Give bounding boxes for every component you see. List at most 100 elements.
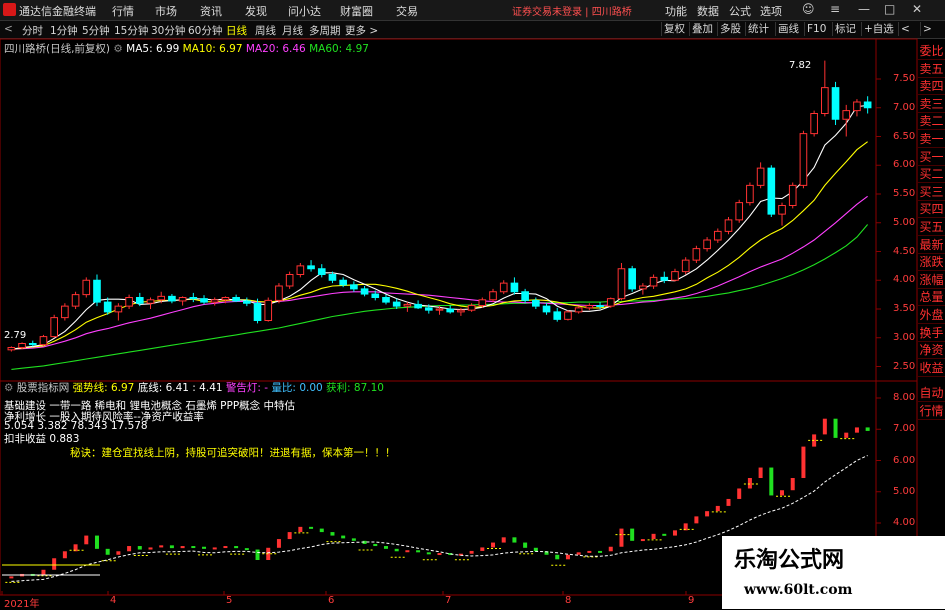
side-button[interactable]: 自动	[918, 384, 945, 402]
sub-bar	[822, 418, 827, 435]
candle-body	[232, 297, 240, 302]
sub-bar	[62, 551, 67, 559]
side-button[interactable]: 买五	[918, 218, 945, 236]
side-button[interactable]: 最新	[918, 236, 945, 254]
ma60-label: MA60: 4.97	[309, 43, 369, 55]
side-button[interactable]: 买四	[918, 200, 945, 219]
price-tick: 3.50	[893, 303, 916, 314]
candle-body	[93, 279, 101, 303]
sub-bar	[405, 550, 410, 553]
candle-body	[200, 298, 208, 303]
candle-body	[71, 294, 80, 307]
candle-body	[606, 298, 615, 307]
sub-bar	[416, 550, 421, 553]
candle-body	[178, 297, 187, 302]
price-tick: 6.00	[893, 159, 916, 171]
price-tick: 5.00	[893, 216, 916, 228]
candle-body	[253, 302, 262, 321]
ma10-label: MA10: 6.97	[182, 43, 243, 55]
sub-bar	[769, 467, 774, 496]
side-button[interactable]: 外盘	[918, 306, 945, 324]
side-button[interactable]: 收益	[918, 359, 945, 377]
side-button[interactable]: 换手	[918, 324, 945, 342]
candle-body	[521, 291, 529, 301]
sub-bar	[587, 550, 592, 553]
sub-bar	[662, 533, 667, 536]
sub-bar	[555, 554, 560, 560]
sub-bar	[159, 545, 164, 548]
side-button[interactable]: 卖一	[918, 130, 945, 148]
candle-body	[489, 291, 497, 301]
sub-bar	[426, 552, 431, 555]
side-button[interactable]: 买三	[918, 183, 945, 201]
candle-body	[649, 276, 658, 287]
candle-body	[296, 265, 305, 275]
candle-body	[328, 274, 337, 281]
strong-line-label: 强势线: 6.97	[72, 382, 135, 394]
candle-body	[28, 343, 37, 346]
side-button[interactable]: 行情	[918, 402, 945, 420]
low-price-label: 2.79	[4, 330, 27, 341]
sub-bar	[630, 528, 635, 541]
candle-body	[585, 305, 594, 309]
candle-body	[392, 301, 401, 307]
sub-bar	[394, 548, 399, 552]
sub-bar	[833, 418, 838, 438]
sub-bar	[608, 546, 613, 552]
kline-chart[interactable]	[0, 0, 945, 609]
sub-bar	[469, 550, 474, 554]
sub-bar	[533, 547, 538, 552]
candle-body	[639, 285, 647, 290]
side-button[interactable]: 净资	[918, 341, 945, 360]
side-button[interactable]: 买一	[918, 148, 945, 166]
side-button[interactable]: 卖三	[918, 95, 945, 113]
sub-bar	[191, 546, 196, 549]
warning-light-label: 警告灯: -	[225, 382, 269, 394]
side-button[interactable]: 总量	[918, 288, 945, 307]
sub-bar	[598, 550, 603, 553]
side-button[interactable]: 涨跌	[918, 253, 945, 272]
side-button[interactable]: 卖五	[918, 60, 945, 78]
sub-bar	[137, 546, 142, 550]
side-button[interactable]: 买二	[918, 165, 945, 184]
price-tick: 7.50	[893, 73, 916, 84]
sub-bar	[523, 542, 528, 548]
candle-body	[553, 311, 562, 320]
side-button[interactable]: 卖四	[918, 77, 945, 96]
candle-body	[371, 293, 380, 298]
settings-gear-icon[interactable]: ⚙	[113, 43, 126, 55]
candle-body	[446, 308, 455, 313]
candle-body	[703, 239, 711, 250]
candle-body	[681, 259, 690, 273]
watermark: 乐淘公式网 www.60lt.com	[722, 536, 945, 609]
side-button[interactable]: 委比	[918, 42, 945, 60]
bottom-line-label: 底线: 6.41 : 4.41	[137, 382, 223, 394]
sub-settings-gear-icon[interactable]: ⚙	[4, 382, 17, 394]
sub-chart-info: ⚙ 股票指标网 强势线: 6.97 底线: 6.41 : 4.41 警告灯: -…	[4, 380, 384, 395]
ma5-label: MA5: 6.99	[126, 43, 180, 55]
candle-body	[821, 87, 829, 114]
candle-body	[275, 285, 283, 301]
candle-body	[146, 299, 155, 304]
candle-body	[61, 305, 69, 319]
indicator-title: 股票指标网	[16, 382, 70, 394]
candle-body	[403, 303, 412, 307]
price-tick: 4.00	[893, 274, 916, 286]
candle-body	[596, 305, 604, 308]
sub-bar	[309, 526, 314, 529]
candle-body	[853, 101, 861, 112]
sub-bar	[576, 552, 581, 555]
sub-bar	[651, 533, 656, 540]
candle-body	[424, 307, 433, 311]
sub-bar	[854, 427, 859, 433]
side-button[interactable]: 涨幅	[918, 271, 945, 289]
date-tick: 4	[110, 595, 117, 606]
sub-bar	[169, 545, 174, 549]
date-tick: 8	[565, 595, 572, 606]
side-button[interactable]: 卖二	[918, 112, 945, 131]
candle-body	[243, 300, 251, 304]
candle-body	[50, 317, 58, 338]
candle-body	[317, 268, 326, 275]
sub-bar	[351, 538, 356, 541]
candle-body	[660, 276, 669, 281]
